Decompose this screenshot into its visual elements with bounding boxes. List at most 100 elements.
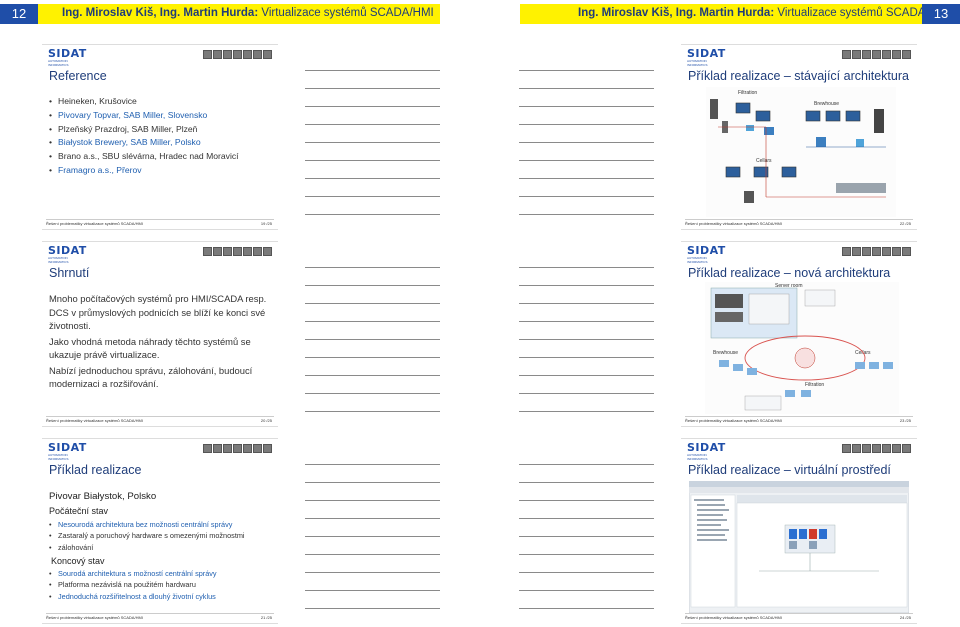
- final-state-label: Koncový stav: [51, 556, 105, 566]
- toolbar-icon: [842, 247, 851, 256]
- existing-architecture-diagram: Filtration Brewhouse Cellars: [706, 87, 896, 217]
- list-item: Jednoduchá rozšiřitelnost a dlouhý život…: [49, 591, 217, 603]
- note-line: [519, 464, 654, 465]
- panel-icon: [746, 125, 754, 131]
- toolbar-icon: [233, 50, 242, 59]
- note-line: [519, 88, 654, 89]
- server-icon: [874, 109, 884, 133]
- logo-sub: AUTOMATION INFORMATICS: [687, 256, 708, 264]
- sidat-logo: SIDAT AUTOMATION INFORMATICS: [687, 441, 727, 461]
- slide-toolbar: [842, 50, 911, 59]
- toolbar-icon: [902, 444, 911, 453]
- toolbar-icon: [263, 444, 272, 453]
- tree-row: [697, 504, 725, 506]
- slide-toolbar: [203, 247, 272, 256]
- note-line: [305, 303, 440, 304]
- vm-icon: [789, 541, 797, 549]
- paragraph: Mnoho počítačových systémů pro HMI/SCADA…: [49, 293, 267, 331]
- toolbar-icon: [203, 50, 212, 59]
- note-line: [519, 411, 654, 412]
- initial-state-label: Počáteční stav: [49, 506, 109, 516]
- right-header-text: Ing. Miroslav Kiš, Ing. Martin Hurda: Vi…: [578, 7, 950, 19]
- note-line: [519, 608, 654, 609]
- monitor-icon: [781, 166, 797, 178]
- logo-sub: AUTOMATION INFORMATICS: [687, 59, 708, 67]
- note-line: [305, 285, 440, 286]
- tree-row: [697, 524, 721, 526]
- toolbar-icon: [902, 247, 911, 256]
- toolbar-icon: [872, 247, 881, 256]
- left-header-text: Ing. Miroslav Kiš, Ing. Martin Hurda: Vi…: [62, 7, 434, 19]
- note-line: [305, 339, 440, 340]
- right-page-number: 13: [922, 4, 960, 24]
- note-line: [305, 357, 440, 358]
- note-line: [519, 178, 654, 179]
- note-line: [519, 106, 654, 107]
- footer-text: Řešení problematiky virtualizace systémů…: [685, 418, 782, 423]
- list-item: Brano a.s., SBU slévárna, Hradec nad Mor…: [49, 150, 239, 164]
- pc-icon: [801, 390, 811, 397]
- monitor-icon: [845, 110, 861, 122]
- toolbar-icon: [243, 444, 252, 453]
- tree-row: [697, 514, 723, 516]
- list-item: Framagro a.s., Přerov: [49, 164, 239, 178]
- note-line: [305, 321, 440, 322]
- pc-icon: [747, 368, 757, 375]
- vm-icon: [819, 529, 827, 539]
- left-page-number: 12: [0, 4, 38, 24]
- toolbar-icon: [842, 444, 851, 453]
- footer-text: Řešení problematiky virtualizace systémů…: [685, 221, 782, 226]
- tree-row: [697, 529, 729, 531]
- diagram-label-filtration: Filtration: [805, 382, 824, 388]
- note-line: [519, 321, 654, 322]
- slide-title: Příklad realizace – virtuální prostředí: [688, 463, 891, 477]
- server-icon: [744, 191, 754, 203]
- vm-icon: [809, 529, 817, 539]
- toolbar-icon: [213, 50, 222, 59]
- footer-page: 22 /25: [899, 221, 911, 226]
- server-icon: [710, 99, 718, 119]
- toolbar-icon: [852, 50, 861, 59]
- diagram-label-cellars: Cellars: [855, 350, 871, 356]
- slide-title: Příklad realizace – stávající architektu…: [688, 69, 909, 83]
- virtual-environment-screenshot: [689, 481, 909, 613]
- legend-box: [744, 395, 782, 411]
- note-line: [305, 124, 440, 125]
- initial-state-list: Nesourodá architektura bez možnosti cent…: [49, 519, 245, 553]
- priklad-heading: Pivovar Białystok, Polsko: [49, 491, 157, 502]
- toolbar-icon: [902, 50, 911, 59]
- note-line: [305, 572, 440, 573]
- footer-text: Řešení problematiky virtualizace systémů…: [46, 221, 143, 226]
- note-line: [305, 500, 440, 501]
- toolbar-icon: [872, 444, 881, 453]
- paragraph: Nabízí jednoduchou správu, zálohování, b…: [49, 364, 253, 390]
- slide-footer: Řešení problematiky virtualizace systémů…: [46, 219, 274, 227]
- central-switch-icon: [794, 347, 816, 369]
- diagram-label-filtration: Filtration: [738, 90, 757, 96]
- tree-row: [697, 534, 725, 536]
- toolbar-icon: [892, 50, 901, 59]
- toolbar-icon: [892, 444, 901, 453]
- list-item: Zastaralý a poruchový hardware s omezený…: [49, 530, 245, 542]
- diagram-label-brewhouse: Brewhouse: [713, 350, 738, 356]
- pc-icon: [719, 360, 729, 367]
- toolbar-icon: [243, 247, 252, 256]
- toolbar-icon: [263, 247, 272, 256]
- monitor-icon: [825, 110, 841, 122]
- note-line: [519, 536, 654, 537]
- toolbar-icon: [223, 444, 232, 453]
- note-line: [519, 124, 654, 125]
- slide-title: Příklad realizace – nová architektura: [688, 266, 891, 280]
- toolbar-icon: [243, 50, 252, 59]
- pc-icon: [869, 362, 879, 369]
- note-line: [305, 178, 440, 179]
- footer-page: 21 /25: [260, 615, 272, 620]
- sidat-logo: SIDAT AUTOMATION INFORMATICS: [687, 47, 727, 67]
- window-toolbar: [689, 487, 909, 493]
- toolbar-icon: [862, 444, 871, 453]
- vm-icon: [799, 529, 807, 539]
- toolbar-icon: [882, 247, 891, 256]
- toolbar-icon: [213, 444, 222, 453]
- note-line: [305, 214, 440, 215]
- note-line: [305, 590, 440, 591]
